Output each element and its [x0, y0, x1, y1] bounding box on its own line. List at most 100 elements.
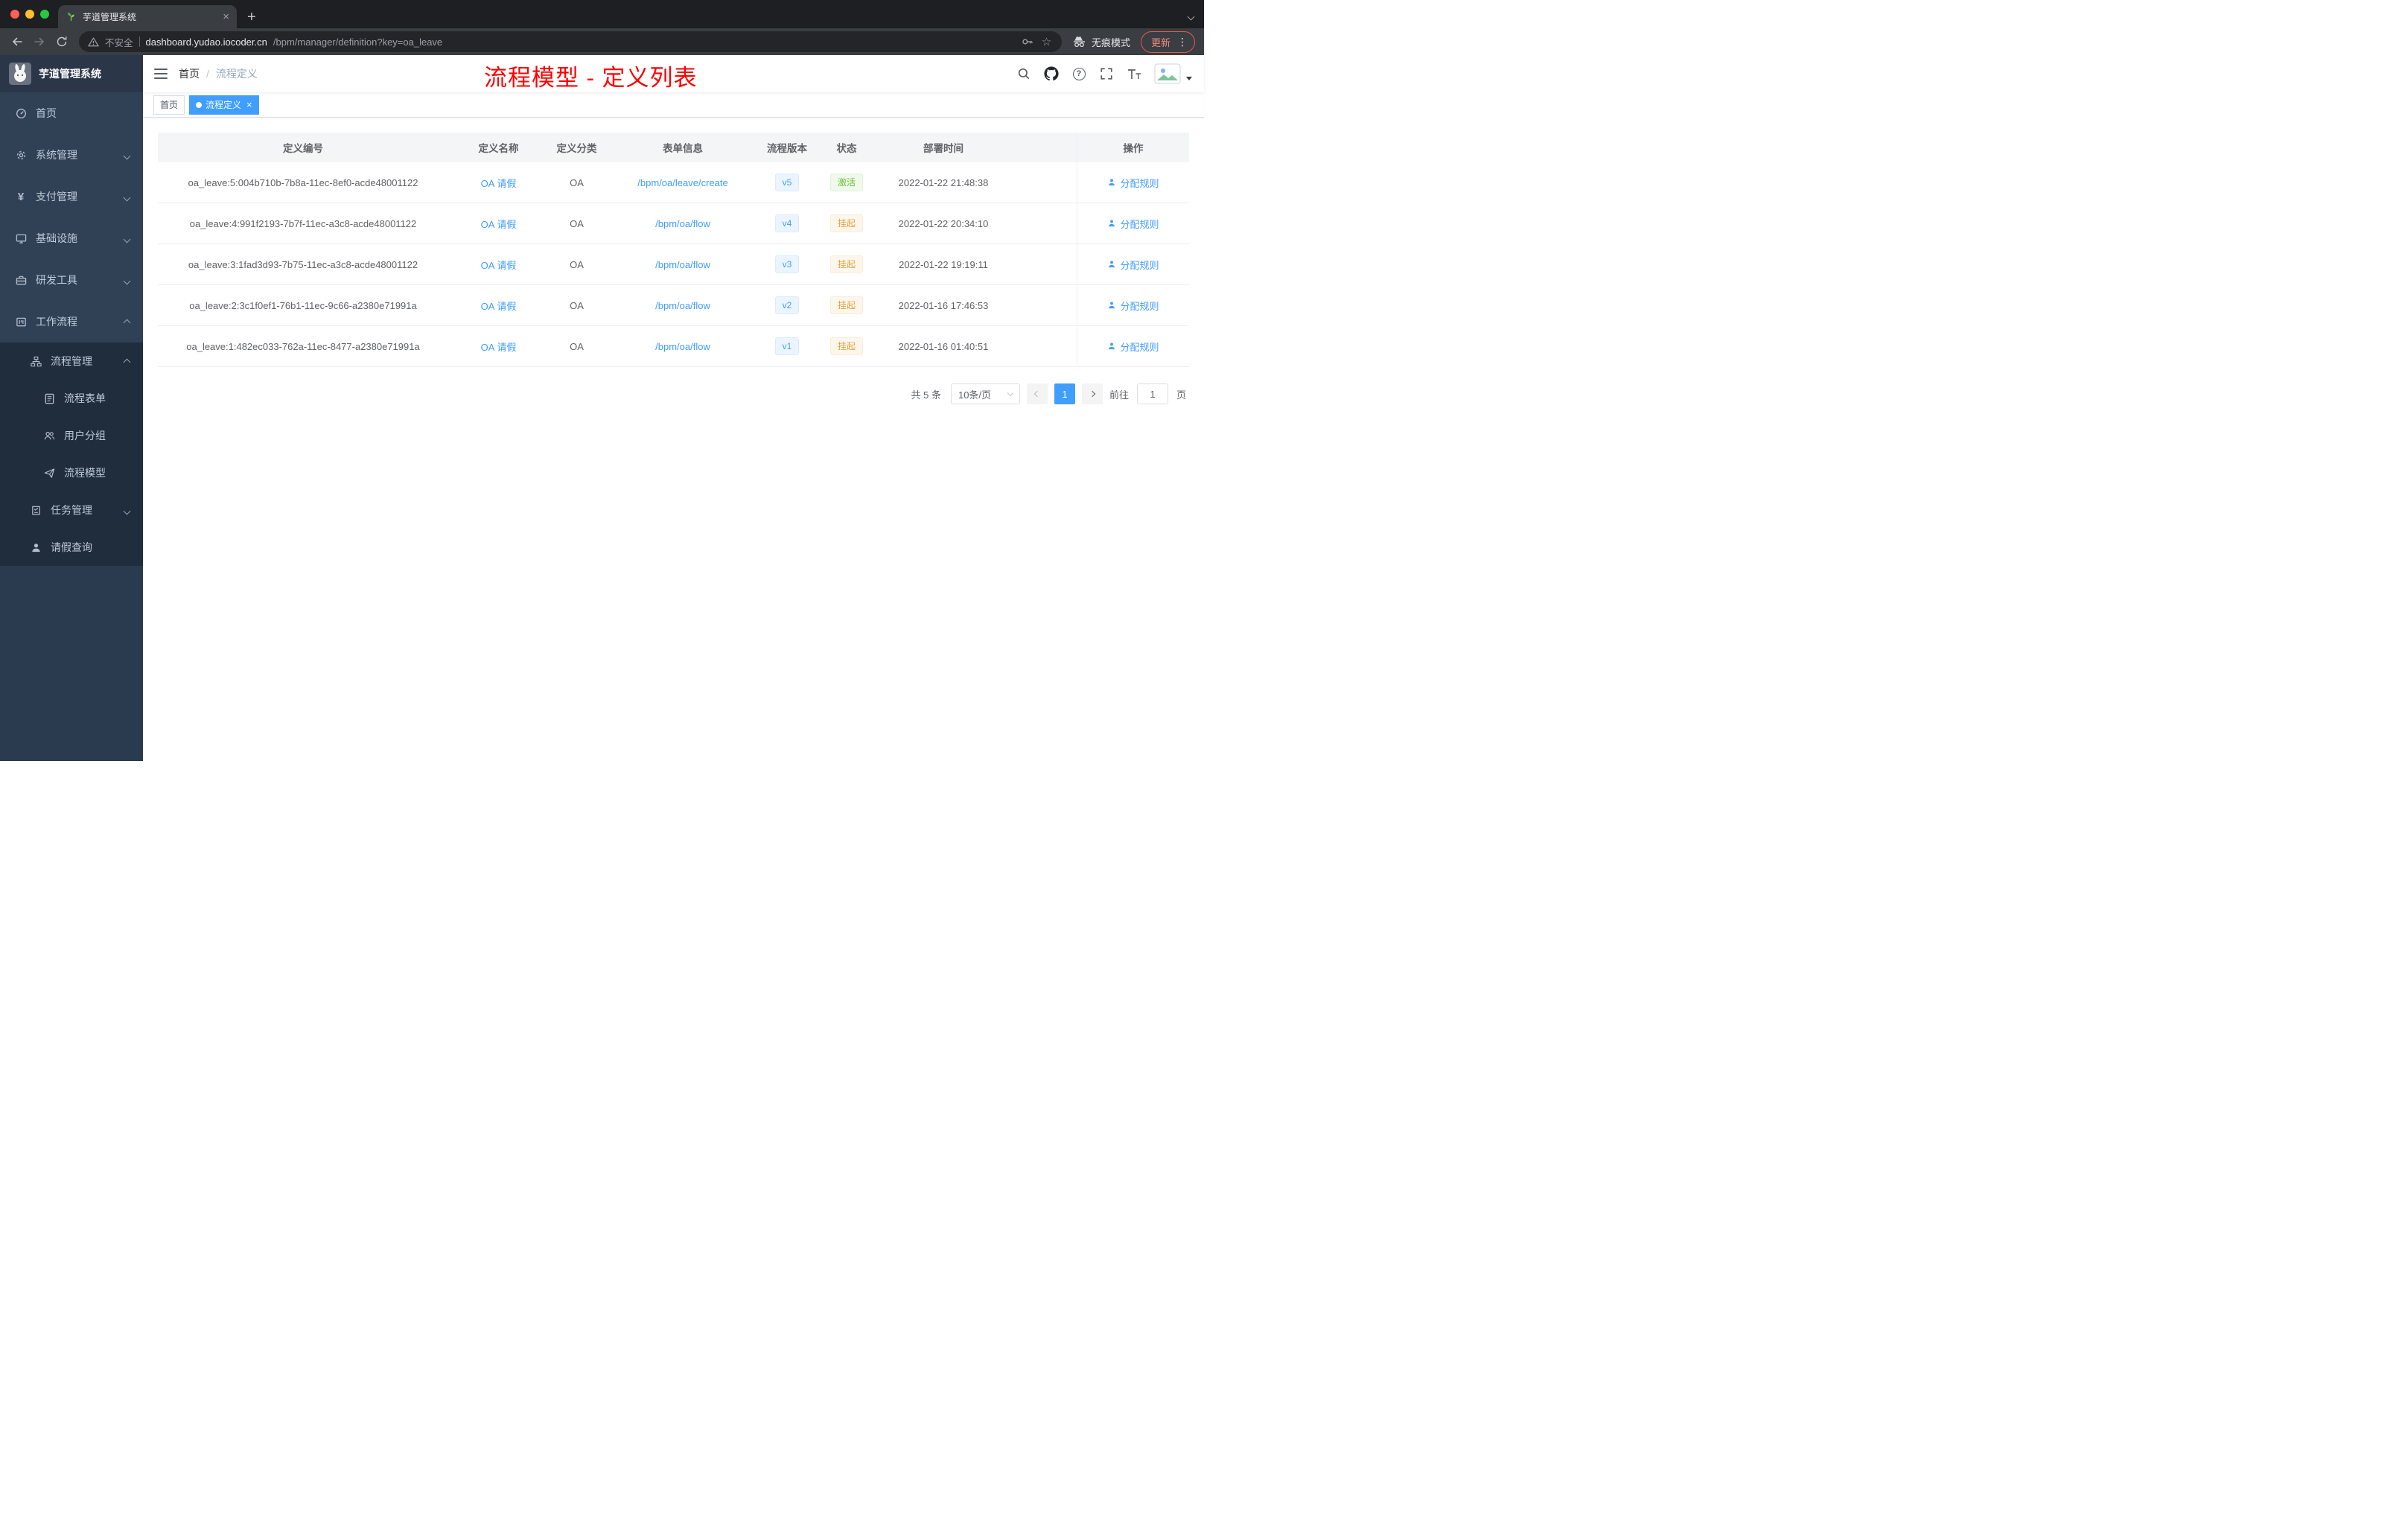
cell-definition-name: OA 请假	[448, 176, 549, 190]
window-close-button[interactable]	[10, 10, 19, 19]
chevron-down-icon	[123, 504, 131, 516]
cell-actions: 分配规则	[1077, 285, 1189, 325]
tag-close-icon[interactable]: ×	[246, 100, 252, 109]
tag-label: 首页	[160, 100, 179, 110]
status-badge: 挂起	[829, 255, 863, 273]
definition-name-link[interactable]: OA 请假	[481, 299, 517, 313]
view-tag[interactable]: 首页	[153, 95, 185, 115]
new-tab-button[interactable]: +	[247, 10, 256, 25]
sidebar-item-system-mgmt[interactable]: 系统管理	[0, 134, 143, 176]
window-minimize-button[interactable]	[25, 10, 34, 19]
cell-version: v5	[761, 173, 813, 191]
form-icon	[43, 392, 55, 404]
cell-deploy-time: 2022-01-16 01:40:51	[898, 340, 989, 352]
chevron-down-icon	[123, 232, 131, 244]
cell-definition-name: OA 请假	[448, 299, 549, 313]
form-link[interactable]: /bpm/oa/flow	[655, 341, 710, 352]
next-page-button[interactable]	[1081, 383, 1103, 404]
sidebar-item-payment-mgmt[interactable]: ¥ 支付管理	[0, 176, 143, 217]
workflow-icon	[15, 316, 27, 328]
cell-form-info: /bpm/oa/flow	[605, 259, 761, 270]
goto-label: 前往	[1109, 389, 1129, 401]
browser-update-button[interactable]: 更新 ⋮	[1140, 31, 1195, 53]
fullscreen-icon[interactable]	[1099, 66, 1114, 81]
breadcrumb-home[interactable]: 首页	[179, 66, 200, 81]
font-size-icon[interactable]	[1127, 66, 1141, 81]
tab-search-chevron-icon[interactable]	[1187, 10, 1195, 23]
version-tag: v1	[774, 337, 800, 355]
user-icon	[1107, 342, 1117, 351]
definition-name-link[interactable]: OA 请假	[481, 176, 517, 190]
hamburger-icon[interactable]	[143, 69, 179, 79]
page-size-select[interactable]: 10条/页	[950, 383, 1020, 404]
form-link[interactable]: /bpm/oa/flow	[655, 218, 710, 229]
assign-rule-link[interactable]: 分配规则	[1107, 258, 1159, 272]
table-header-row: 定义编号 定义名称 定义分类 表单信息 流程版本 状态 部署时间 操作	[158, 133, 1189, 162]
address-bar[interactable]: 不安全 dashboard.yudao.iocoder.cn/bpm/manag…	[79, 31, 1062, 52]
cell-status: 挂起	[813, 214, 880, 232]
column-spacer	[1007, 133, 1077, 162]
assign-rule-link[interactable]: 分配规则	[1107, 217, 1159, 231]
sidebar-item-label: 任务管理	[51, 504, 92, 516]
sidebar-item-leave-query[interactable]: 请假查询	[0, 529, 143, 566]
browser-tab[interactable]: 芋道管理系统 ×	[58, 5, 237, 28]
form-link[interactable]: /bpm/oa/flow	[655, 300, 710, 311]
cell-version: v1	[761, 337, 813, 355]
user-avatar[interactable]	[1154, 63, 1181, 84]
cell-definition-name: OA 请假	[448, 258, 549, 272]
status-badge: 挂起	[829, 214, 863, 232]
menu-kebab-icon[interactable]: ⋮	[1177, 36, 1188, 47]
definition-name-link[interactable]: OA 请假	[481, 217, 517, 231]
cell-definition-id: oa_leave:5:004b710b-7b8a-11ec-8ef0-acde4…	[188, 176, 418, 188]
sidebar-item-task-mgmt[interactable]: 任务管理	[0, 491, 143, 529]
sidebar-background	[0, 566, 143, 761]
goto-page-input[interactable]	[1136, 383, 1168, 404]
page-content: 定义编号 定义名称 定义分类 表单信息 流程版本 状态 部署时间 操作 oa_leave:5:…	[143, 118, 1204, 761]
browser-tab-strip: 芋道管理系统 × +	[0, 0, 1204, 28]
navbar-actions: ?	[1016, 63, 1204, 84]
cell-category: OA	[570, 176, 584, 188]
sidebar-item-home[interactable]: 首页	[0, 92, 143, 134]
cell-form-info: /bpm/oa/flow	[605, 218, 761, 229]
sidebar-item-infrastructure[interactable]: 基础设施	[0, 217, 143, 259]
bookmark-star-icon[interactable]: ☆	[1040, 36, 1053, 48]
table-row: oa_leave:5:004b710b-7b8a-11ec-8ef0-acde4…	[158, 162, 1189, 203]
cell-form-info: /bpm/oa/leave/create	[605, 177, 761, 188]
github-icon[interactable]	[1044, 66, 1059, 81]
sidebar-item-process-model[interactable]: 流程模型	[0, 454, 143, 491]
assign-rule-link[interactable]: 分配规则	[1107, 176, 1159, 190]
view-tag[interactable]: 流程定义 ×	[189, 95, 259, 115]
forward-button[interactable]	[30, 32, 49, 51]
prev-page-button[interactable]	[1026, 383, 1048, 404]
sidebar-item-process-mgmt[interactable]: 流程管理	[0, 343, 143, 380]
tab-close-icon[interactable]: ×	[223, 11, 229, 22]
cell-category: OA	[570, 217, 584, 229]
sidebar-item-process-form[interactable]: 流程表单	[0, 380, 143, 417]
help-icon[interactable]: ?	[1071, 66, 1086, 81]
form-link[interactable]: /bpm/oa/flow	[655, 259, 710, 270]
form-link[interactable]: /bpm/oa/leave/create	[637, 177, 727, 188]
definition-name-link[interactable]: OA 请假	[481, 340, 517, 354]
sidebar-item-workflow[interactable]: 工作流程	[0, 301, 143, 343]
back-button[interactable]	[7, 32, 27, 51]
page-number-button[interactable]: 1	[1054, 383, 1075, 404]
column-header-id: 定义编号	[283, 143, 323, 154]
sidebar-item-dev-tools[interactable]: 研发工具	[0, 259, 143, 301]
sidebar-item-user-group[interactable]: 用户分组	[0, 417, 143, 454]
app-title: 芋道管理系统	[39, 68, 101, 80]
status-badge: 挂起	[829, 337, 863, 355]
version-tag: v2	[774, 296, 800, 314]
version-tag: v4	[774, 214, 800, 232]
caret-down-icon[interactable]	[1186, 76, 1192, 80]
assign-rule-link[interactable]: 分配规则	[1107, 299, 1159, 313]
search-icon[interactable]	[1016, 66, 1031, 81]
assign-rule-link[interactable]: 分配规则	[1107, 340, 1159, 354]
reload-button[interactable]	[52, 32, 71, 51]
app: 芋道管理系统 首页 系统管理 ¥ 支付管理 基础设施 研发工具 工作流程 流程管理 流程表单 用户…	[0, 55, 1204, 761]
total-count: 共 5 条	[911, 389, 941, 401]
sidebar-logo[interactable]: 芋道管理系统	[0, 55, 143, 92]
definition-name-link[interactable]: OA 请假	[481, 258, 517, 272]
password-key-icon[interactable]	[1022, 36, 1034, 48]
sidebar-item-label: 支付管理	[36, 191, 77, 203]
window-zoom-button[interactable]	[40, 10, 49, 19]
